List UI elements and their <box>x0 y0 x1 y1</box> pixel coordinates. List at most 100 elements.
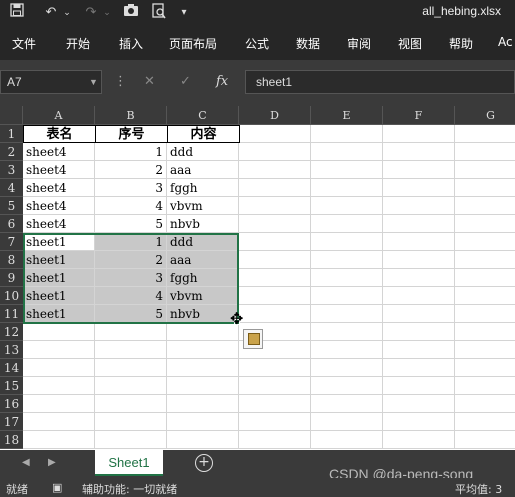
column-header-c[interactable]: C <box>167 106 239 125</box>
insert-function-button[interactable]: fx <box>216 74 228 89</box>
empty-cell[interactable] <box>167 413 239 431</box>
empty-cell[interactable] <box>23 359 95 377</box>
empty-cell[interactable] <box>95 413 167 431</box>
empty-cell[interactable] <box>95 395 167 413</box>
row-header[interactable]: 2 <box>0 143 23 161</box>
tab-data[interactable]: 数据 <box>296 35 320 52</box>
empty-cell[interactable] <box>167 431 239 449</box>
empty-cell[interactable] <box>239 287 311 305</box>
formula-input[interactable]: sheet1 <box>245 70 515 94</box>
cell-b9[interactable]: 3 <box>95 269 167 287</box>
header-cell-index[interactable]: 序号 <box>95 125 168 143</box>
empty-cell[interactable] <box>383 431 455 449</box>
empty-cell[interactable] <box>455 197 515 215</box>
print-preview-icon[interactable] <box>150 3 168 23</box>
cancel-button[interactable]: ✕ <box>144 74 155 89</box>
empty-cell[interactable] <box>311 359 383 377</box>
empty-cell[interactable] <box>383 143 455 161</box>
empty-cell[interactable] <box>455 233 515 251</box>
empty-cell[interactable] <box>23 377 95 395</box>
empty-cell[interactable] <box>455 413 515 431</box>
redo-icon[interactable]: ↷ <box>82 3 100 23</box>
customize-icon[interactable]: ▾ <box>178 3 190 23</box>
empty-cell[interactable] <box>95 341 167 359</box>
cell-a4[interactable]: sheet4 <box>23 179 95 197</box>
empty-cell[interactable] <box>383 233 455 251</box>
empty-cell[interactable] <box>239 143 311 161</box>
tab-formulas[interactable]: 公式 <box>245 35 269 52</box>
cell-b6[interactable]: 5 <box>95 215 167 233</box>
empty-cell[interactable] <box>311 341 383 359</box>
row-header[interactable]: 12 <box>0 323 23 341</box>
empty-cell[interactable] <box>455 179 515 197</box>
cell-a2[interactable]: sheet4 <box>23 143 95 161</box>
empty-cell[interactable] <box>311 143 383 161</box>
row-header[interactable]: 18 <box>0 431 23 449</box>
empty-cell[interactable] <box>455 395 515 413</box>
empty-cell[interactable] <box>383 377 455 395</box>
empty-cell[interactable] <box>239 179 311 197</box>
empty-cell[interactable] <box>383 413 455 431</box>
more-options-icon[interactable]: ⋮ <box>114 74 127 89</box>
empty-cell[interactable] <box>23 395 95 413</box>
cell-c9[interactable]: fggh <box>167 269 239 287</box>
row-header[interactable]: 4 <box>0 179 23 197</box>
add-sheet-button[interactable]: + <box>195 454 213 472</box>
empty-cell[interactable] <box>311 413 383 431</box>
empty-cell[interactable] <box>311 125 383 143</box>
tab-insert[interactable]: 插入 <box>119 35 143 52</box>
tab-file[interactable]: 文件 <box>12 35 36 52</box>
cell-c11[interactable]: nbvb <box>167 305 239 323</box>
empty-cell[interactable] <box>239 251 311 269</box>
cell-a10[interactable]: sheet1 <box>23 287 95 305</box>
empty-cell[interactable] <box>311 323 383 341</box>
empty-cell[interactable] <box>383 251 455 269</box>
empty-cell[interactable] <box>311 377 383 395</box>
cell-b4[interactable]: 3 <box>95 179 167 197</box>
empty-cell[interactable] <box>239 377 311 395</box>
save-icon[interactable] <box>8 3 26 23</box>
column-header-g[interactable]: G <box>455 106 515 125</box>
empty-cell[interactable] <box>311 395 383 413</box>
empty-cell[interactable] <box>383 341 455 359</box>
dropdown-icon[interactable]: ⌄ <box>62 3 72 23</box>
row-header[interactable]: 9 <box>0 269 23 287</box>
cell-a6[interactable]: sheet4 <box>23 215 95 233</box>
empty-cell[interactable] <box>311 269 383 287</box>
header-cell-table-name[interactable]: 表名 <box>23 125 96 143</box>
empty-cell[interactable] <box>23 413 95 431</box>
empty-cell[interactable] <box>311 251 383 269</box>
empty-cell[interactable] <box>455 341 515 359</box>
empty-cell[interactable] <box>239 413 311 431</box>
column-header-e[interactable]: E <box>311 106 383 125</box>
cell-c6[interactable]: nbvb <box>167 215 239 233</box>
row-header[interactable]: 14 <box>0 359 23 377</box>
sheet-tab-sheet1[interactable]: Sheet1 <box>95 450 163 476</box>
row-header[interactable]: 16 <box>0 395 23 413</box>
empty-cell[interactable] <box>239 233 311 251</box>
cell-a5[interactable]: sheet4 <box>23 197 95 215</box>
empty-cell[interactable] <box>239 161 311 179</box>
empty-cell[interactable] <box>455 323 515 341</box>
cell-b7[interactable]: 1 <box>95 233 167 251</box>
camera-icon[interactable] <box>122 3 140 23</box>
chevron-down-icon[interactable]: ▼ <box>89 71 98 93</box>
cell-c3[interactable]: aaa <box>167 161 239 179</box>
empty-cell[interactable] <box>455 377 515 395</box>
empty-cell[interactable] <box>455 161 515 179</box>
paste-options-button[interactable] <box>243 329 263 349</box>
empty-cell[interactable] <box>455 269 515 287</box>
cell-a9[interactable]: sheet1 <box>23 269 95 287</box>
accessibility-status[interactable]: 辅助功能: 一切就绪 <box>82 481 177 497</box>
empty-cell[interactable] <box>455 215 515 233</box>
empty-cell[interactable] <box>383 215 455 233</box>
empty-cell[interactable] <box>23 323 95 341</box>
scroll-right-icon[interactable]: ▶ <box>48 457 56 468</box>
empty-cell[interactable] <box>311 431 383 449</box>
enter-button[interactable]: ✓ <box>180 74 191 89</box>
empty-cell[interactable] <box>383 305 455 323</box>
header-cell-content[interactable]: 内容 <box>167 125 240 143</box>
empty-cell[interactable] <box>455 125 515 143</box>
dropdown-icon[interactable]: ⌄ <box>102 3 112 23</box>
cell-a3[interactable]: sheet4 <box>23 161 95 179</box>
